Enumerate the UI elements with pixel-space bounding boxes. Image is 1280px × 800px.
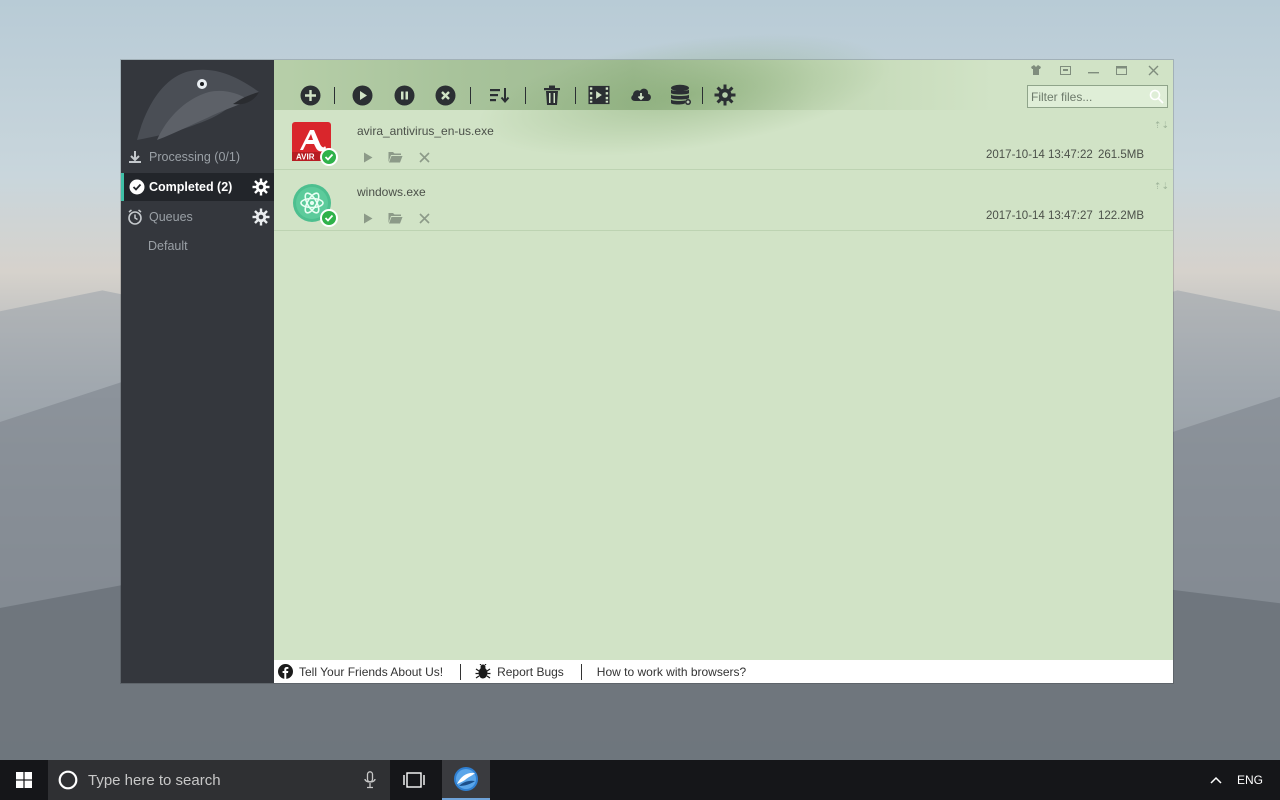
- report-bugs-label: Report Bugs: [497, 664, 564, 679]
- pause-icon[interactable]: [393, 84, 415, 106]
- database-icon[interactable]: [670, 84, 692, 106]
- language-indicator[interactable]: ENG: [1230, 773, 1270, 787]
- expand-arrows-icon[interactable]: ⇡⇣: [1154, 120, 1169, 131]
- sidebar-item-completed[interactable]: Completed (2): [121, 173, 274, 201]
- tell-friends-link[interactable]: Tell Your Friends About Us!: [274, 660, 443, 683]
- main-panel: AVIR avira_antivirus_en-us.exe 2017-10-1…: [274, 11, 1173, 683]
- download-size: 261.5MB: [1098, 149, 1145, 161]
- tell-friends-label: Tell Your Friends About Us!: [299, 664, 444, 679]
- completed-badge-icon: [320, 209, 338, 227]
- toolbar-separator: [470, 87, 471, 104]
- download-size: 122.2MB: [1098, 210, 1145, 222]
- taskbar-search-box[interactable]: Type here to search: [48, 760, 390, 800]
- completed-settings-icon[interactable]: [252, 178, 270, 199]
- remove-file-icon[interactable]: [415, 150, 433, 164]
- download-row[interactable]: AVIR avira_antivirus_en-us.exe 2017-10-1…: [274, 110, 1173, 170]
- eagleget-taskbar-icon[interactable]: [442, 760, 490, 800]
- microphone-icon[interactable]: [364, 771, 376, 789]
- sidebar: Processing (0/1) Completed (2) Queues De…: [121, 60, 274, 683]
- add-icon[interactable]: [299, 84, 321, 106]
- report-bugs-link[interactable]: Report Bugs: [461, 660, 564, 683]
- toolbar: [274, 11, 1173, 179]
- sidebar-item-label: Completed (2): [149, 180, 233, 194]
- expand-arrows-icon[interactable]: ⇡⇣: [1154, 181, 1169, 192]
- file-name[interactable]: windows.exe: [357, 185, 426, 199]
- show-hidden-icons-chevron-icon[interactable]: [1202, 776, 1230, 784]
- footer-bar: Tell Your Friends About Us! Report Bugs …: [274, 660, 1173, 683]
- svg-text:AVIR: AVIR: [296, 153, 315, 162]
- stop-icon[interactable]: [434, 84, 456, 106]
- start-icon[interactable]: [351, 84, 373, 106]
- close-icon[interactable]: [1142, 62, 1164, 78]
- facebook-icon: [278, 664, 293, 679]
- bug-icon: [475, 664, 491, 679]
- open-folder-icon[interactable]: [386, 150, 404, 164]
- open-folder-icon[interactable]: [386, 211, 404, 225]
- eagleget-window: Processing (0/1) Completed (2) Queues De…: [121, 11, 1173, 683]
- toolbar-separator: [334, 87, 335, 104]
- alarm-clock-icon: [121, 209, 149, 225]
- file-name[interactable]: avira_antivirus_en-us.exe: [357, 124, 494, 138]
- windows-start-icon[interactable]: [0, 760, 48, 800]
- settings-icon[interactable]: [714, 84, 736, 106]
- task-view-icon[interactable]: [390, 760, 438, 800]
- app-logo: [121, 60, 274, 140]
- play-file-icon[interactable]: [359, 150, 377, 164]
- toolbar-separator: [702, 87, 703, 104]
- taskbar: Type here to search ENG: [0, 760, 1280, 800]
- sort-icon[interactable]: [488, 84, 510, 106]
- download-row[interactable]: windows.exe 2017-10-14 13:47:27 122.2MB …: [274, 171, 1173, 231]
- sidebar-item-default-queue[interactable]: Default: [148, 239, 188, 253]
- video-icon[interactable]: [588, 84, 610, 106]
- cortana-icon[interactable]: [58, 770, 78, 790]
- cloud-download-icon[interactable]: [630, 84, 652, 106]
- sidebar-item-label: Processing (0/1): [149, 150, 241, 164]
- play-file-icon[interactable]: [359, 211, 377, 225]
- search-icon[interactable]: [1149, 89, 1164, 109]
- download-icon: [121, 150, 149, 164]
- mini-mode-icon[interactable]: [1054, 62, 1076, 78]
- how-to-label: How to work with browsers?: [596, 664, 747, 679]
- filter-files-input[interactable]: [1028, 89, 1146, 104]
- filter-files-field[interactable]: [1027, 85, 1168, 108]
- toolbar-separator: [575, 87, 576, 104]
- toolbar-separator: [525, 87, 526, 104]
- download-date: 2017-10-14 13:47:22: [986, 149, 1093, 161]
- skin-icon[interactable]: [1025, 62, 1047, 78]
- completed-badge-icon: [320, 148, 338, 166]
- sidebar-item-label: Queues: [149, 210, 193, 224]
- delete-icon[interactable]: [541, 84, 563, 106]
- taskbar-search-placeholder: Type here to search: [88, 771, 221, 789]
- maximize-icon[interactable]: [1110, 62, 1132, 78]
- download-date: 2017-10-14 13:47:27: [986, 210, 1093, 222]
- remove-file-icon[interactable]: [415, 211, 433, 225]
- sidebar-item-processing[interactable]: Processing (0/1): [121, 143, 274, 171]
- minimize-icon[interactable]: [1082, 62, 1104, 78]
- sidebar-item-queues[interactable]: Queues: [121, 203, 274, 231]
- queues-settings-icon[interactable]: [252, 208, 270, 229]
- how-to-link[interactable]: How to work with browsers?: [582, 660, 746, 683]
- check-circle-icon: [124, 179, 149, 195]
